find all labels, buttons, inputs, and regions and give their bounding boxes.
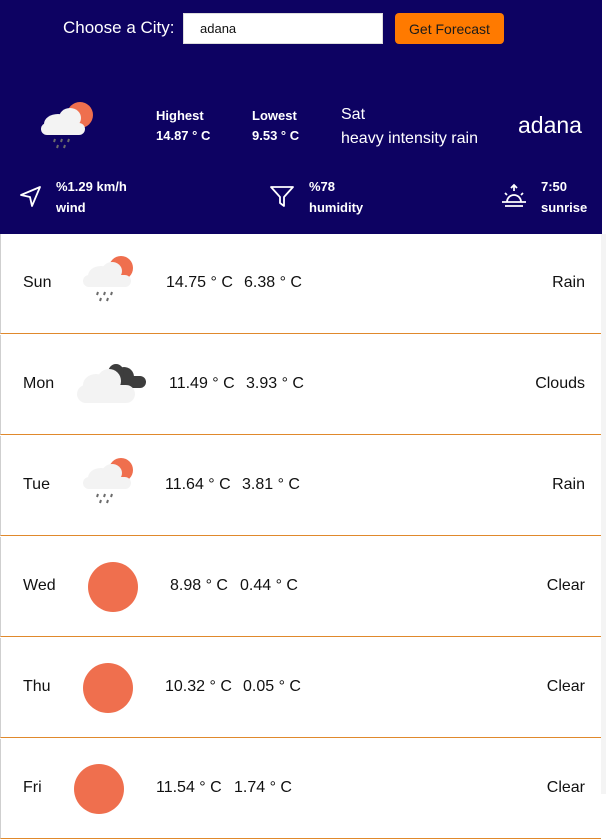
- forecast-high: 11.49 ° C: [169, 375, 235, 392]
- forecast-high: 8.98 ° C: [170, 577, 228, 594]
- wind-info: %1.29 km/h wind: [56, 176, 127, 218]
- humidity-value: %78: [309, 179, 336, 194]
- forecast-low: 3.81 ° C: [242, 476, 300, 493]
- forecast-day: Fri: [23, 779, 42, 796]
- city-label: Choose a City:: [63, 18, 175, 37]
- sunrise-info: 7:50 sunrise: [541, 176, 587, 218]
- city-name: adana: [518, 112, 582, 138]
- forecast-row: Wed 8.98 ° C 0.44 ° C Clear: [0, 537, 601, 637]
- wind-label: wind: [56, 200, 86, 215]
- forecast-day: Sun: [23, 274, 52, 291]
- rain-icon: [83, 458, 133, 504]
- forecast-day: Thu: [23, 678, 51, 695]
- today-description: heavy intensity rain: [341, 130, 478, 147]
- sun-icon: [74, 764, 124, 814]
- forecast-condition: Clear: [546, 779, 585, 796]
- sunrise-label: sunrise: [541, 200, 588, 215]
- highest-value: 14.87 ° C: [156, 128, 211, 143]
- forecast-high: 10.32 ° C: [165, 678, 232, 695]
- forecast-condition: Clear: [546, 577, 585, 594]
- forecast-low: 0.44 ° C: [240, 577, 298, 594]
- forecast-low: 1.74 ° C: [234, 779, 292, 796]
- forecast-low: 3.93 ° C: [246, 375, 304, 392]
- forecast-row: Tue 11.64 ° C 3.81 ° C Rain: [0, 436, 601, 536]
- forecast-high: 11.54 ° C: [156, 779, 222, 796]
- forecast-high: 11.64 ° C: [165, 476, 231, 493]
- highest-label: Highest: [156, 108, 204, 123]
- rain-icon: [83, 256, 133, 302]
- page-scrollbar[interactable]: [601, 234, 606, 794]
- forecast-condition: Clouds: [535, 375, 585, 392]
- navigation-arrow-icon: [20, 186, 41, 207]
- clouds-icon: [77, 364, 146, 403]
- forecast-low: 6.38 ° C: [244, 274, 302, 291]
- get-forecast-button[interactable]: Get Forecast: [395, 13, 504, 44]
- forecast-day: Tue: [23, 476, 50, 493]
- lowest-temperature: Lowest 9.53 ° C: [252, 106, 299, 146]
- highest-temperature: Highest 14.87 ° C: [156, 106, 210, 146]
- forecast-day: Mon: [23, 375, 55, 392]
- forecast-day: Wed: [23, 577, 56, 594]
- forecast-condition: Rain: [552, 476, 585, 493]
- forecast-high: 14.75 ° C: [166, 274, 233, 291]
- wind-value: %1.29 km/h: [56, 179, 127, 194]
- sun-icon: [88, 562, 138, 612]
- forecast-condition: Rain: [552, 274, 585, 291]
- sun-icon: [83, 663, 133, 713]
- forecast-low: 0.05 ° C: [243, 678, 301, 695]
- today-day: Sat: [341, 106, 366, 123]
- forecast-row: Mon 11.49 ° C 3.93 ° C Clouds: [0, 335, 601, 435]
- rain-icon: [41, 102, 93, 149]
- forecast-row: Fri 11.54 ° C 1.74 ° C Clear: [0, 739, 601, 839]
- lowest-label: Lowest: [252, 108, 297, 123]
- forecast-row: Thu 10.32 ° C 0.05 ° C Clear: [0, 638, 601, 738]
- forecast-condition: Clear: [546, 678, 585, 695]
- sunrise-value: 7:50: [541, 179, 568, 194]
- filter-icon: [270, 186, 294, 207]
- humidity-info: %78 humidity: [309, 176, 363, 218]
- today-summary: Sat heavy intensity rain: [341, 103, 478, 151]
- sunrise-icon: [502, 183, 526, 207]
- weather-header: Choose a City: Get Forecast Highest 14.8…: [0, 0, 602, 234]
- lowest-value: 9.53 ° C: [252, 128, 300, 143]
- forecast-row: Sun 14.75 ° C 6.38 ° C Rain: [0, 234, 601, 334]
- city-search-input[interactable]: [183, 13, 383, 44]
- humidity-label: humidity: [309, 200, 364, 215]
